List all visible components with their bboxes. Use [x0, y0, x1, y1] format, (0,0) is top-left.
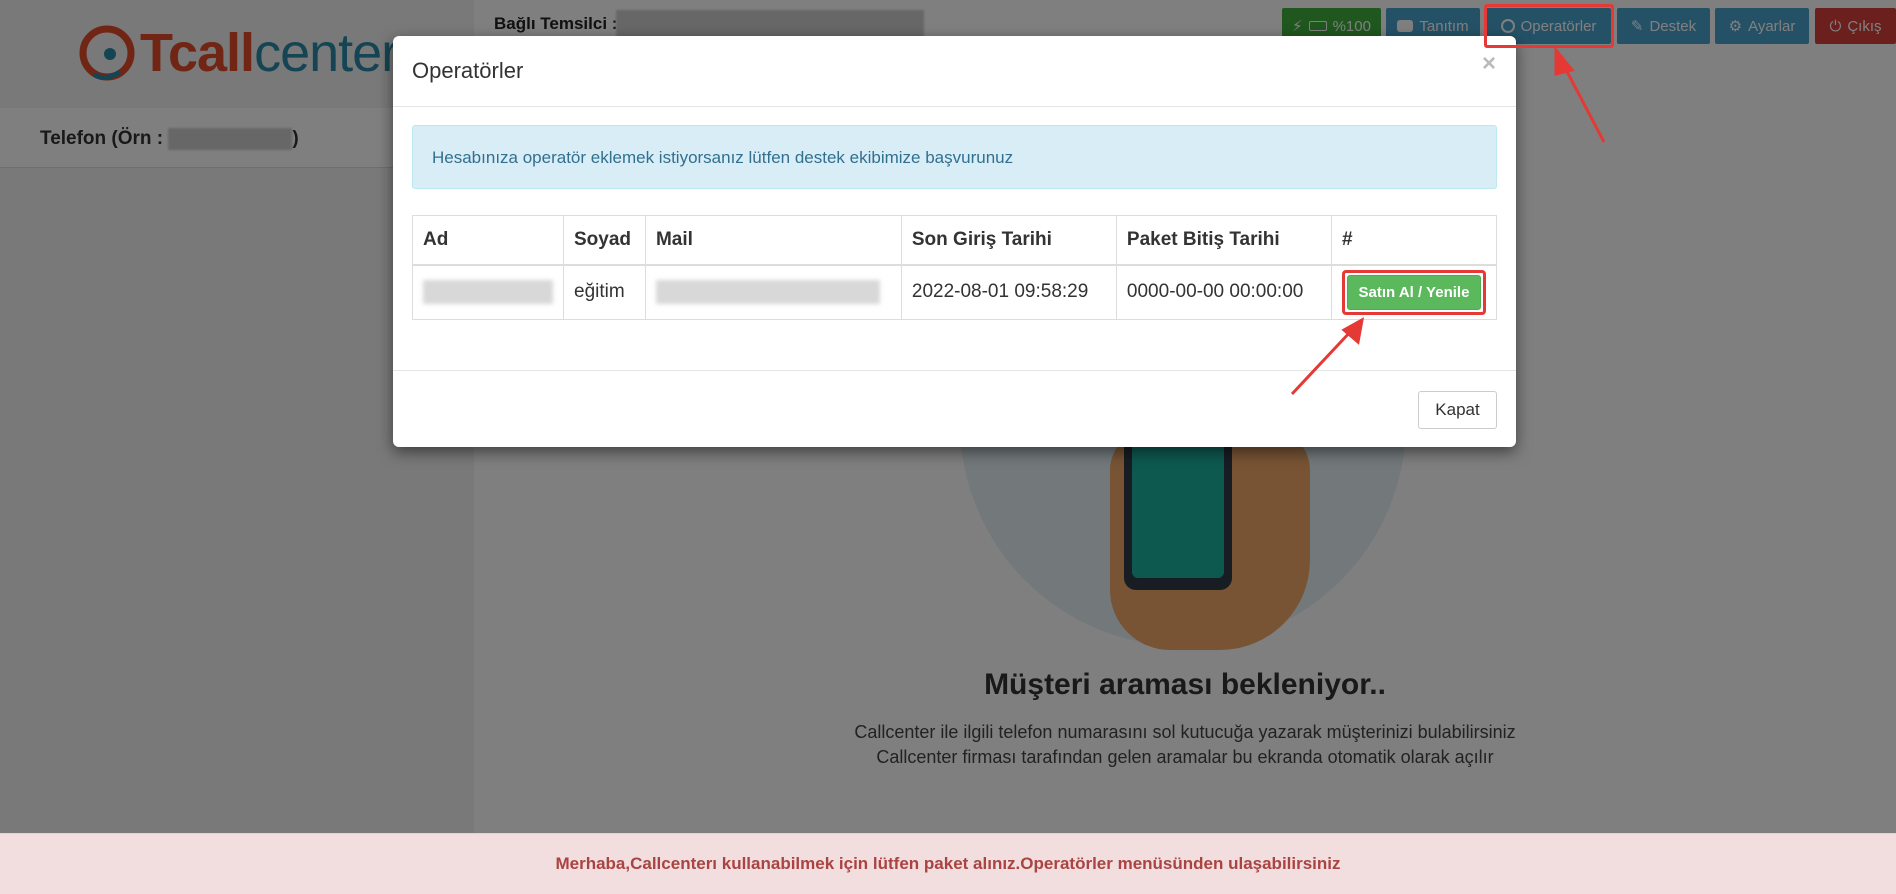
column-header-son-giris: Son Giriş Tarihi — [900, 215, 1117, 266]
column-header-actions: # — [1330, 215, 1498, 266]
cell-soyad: eğitim — [563, 264, 646, 320]
operators-table: Ad Soyad Mail Son Giriş Tarihi Paket Bit… — [412, 215, 1498, 320]
info-alert: Hesabınıza operatör eklemek istiyorsanız… — [412, 125, 1497, 189]
table-row: eğitim 2022-08-01 09:58:29 0000-00-00 00… — [412, 264, 1498, 320]
cell-ad — [412, 264, 564, 320]
column-header-paket-bitis: Paket Bitiş Tarihi — [1115, 215, 1332, 266]
column-header-mail: Mail — [644, 215, 902, 266]
cell-action: Satın Al / Yenile — [1330, 264, 1498, 320]
column-header-soyad: Soyad — [563, 215, 646, 266]
modal-footer: Kapat — [393, 370, 1516, 447]
table-header-row: Ad Soyad Mail Son Giriş Tarihi Paket Bit… — [412, 215, 1498, 266]
modal-title: Operatörler — [412, 58, 524, 83]
close-icon[interactable]: × — [1482, 50, 1496, 78]
package-warning-alert: Merhaba,Callcenterı kullanabilmek için l… — [0, 833, 1896, 894]
column-header-ad: Ad — [412, 215, 564, 266]
cell-paket-bitis: 0000-00-00 00:00:00 — [1115, 264, 1332, 320]
operatorler-highlight — [1484, 4, 1614, 48]
operators-modal: Operatörler × Hesabınıza operatör ekleme… — [393, 36, 1516, 447]
buy-renew-button[interactable]: Satın Al / Yenile — [1346, 274, 1481, 310]
cell-son-giris: 2022-08-01 09:58:29 — [900, 264, 1117, 320]
modal-header: Operatörler × — [393, 36, 1516, 107]
kapat-button[interactable]: Kapat — [1418, 391, 1497, 429]
buy-renew-highlight: Satın Al / Yenile — [1341, 269, 1486, 315]
cell-mail — [644, 264, 902, 320]
